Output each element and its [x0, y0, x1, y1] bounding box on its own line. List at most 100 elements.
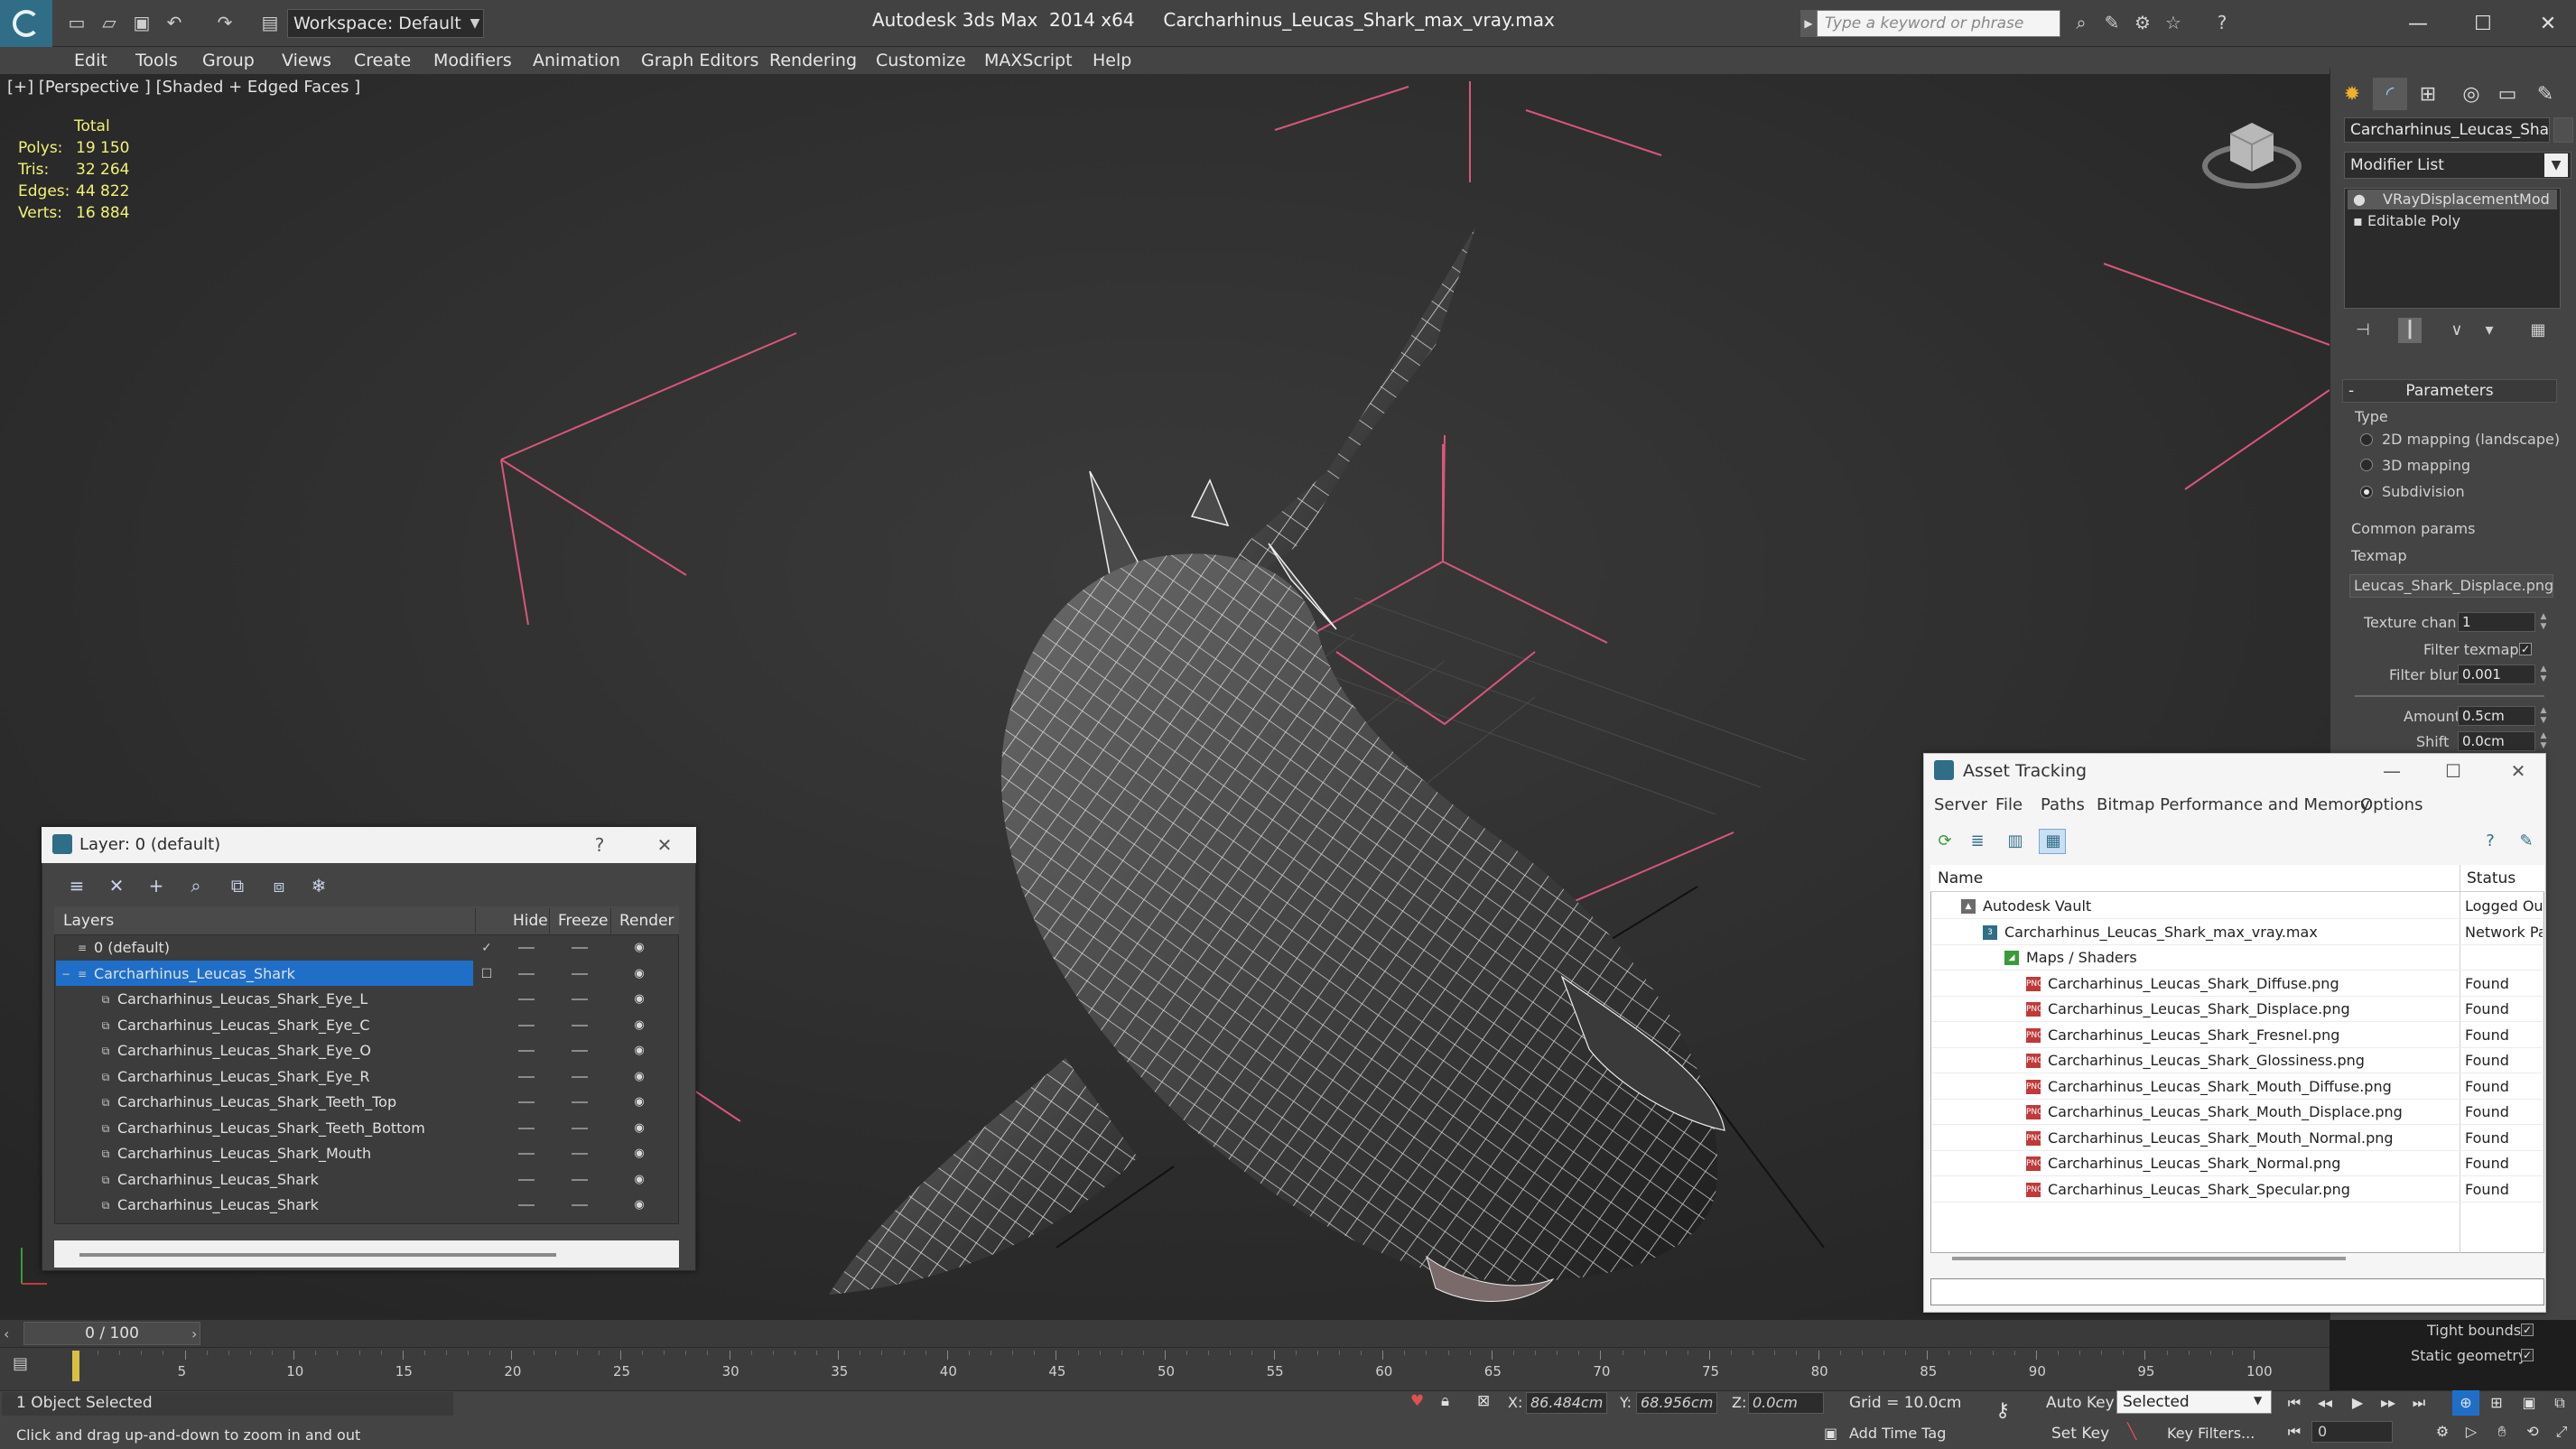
zoom-icon[interactable]: ⊕: [2452, 1390, 2479, 1416]
layer-object-row[interactable]: ⧉ Carcharhinus_Leucas_Shark_Teeth_Top ◉: [56, 1090, 677, 1115]
close-icon[interactable]: ✕: [2523, 7, 2573, 40]
render-teapot-icon[interactable]: ◉: [632, 1044, 646, 1058]
go-to-end-icon[interactable]: ⏭: [2405, 1390, 2432, 1416]
binoculars-icon[interactable]: ⌕: [2069, 11, 2093, 34]
chevron-down-icon[interactable]: ▼: [465, 9, 485, 38]
communication-icon[interactable]: ⚙: [2131, 11, 2154, 34]
stack-item-vray-displacement[interactable]: ● VRayDisplacementMod: [2353, 190, 2550, 209]
freeze-toggle[interactable]: [572, 1075, 588, 1078]
amount-spinner[interactable]: 0.5cm: [2458, 706, 2535, 726]
utilities-tab-icon[interactable]: ✎: [2528, 78, 2562, 110]
freeze-toggle[interactable]: [572, 1101, 588, 1103]
hide-toggle[interactable]: [518, 1050, 535, 1052]
viewport-label[interactable]: [+] [Perspective ] [Shaded + Edged Faces…: [7, 78, 360, 97]
menu-maxscript[interactable]: MAXScript: [984, 47, 1073, 74]
highlight-icon[interactable]: ✎: [2514, 829, 2539, 854]
option-subdivision[interactable]: Subdivision: [2382, 483, 2465, 500]
texmap-button[interactable]: Leucas_Shark_Displace.png): [2349, 574, 2553, 598]
x-coord-field[interactable]: 86.484cm: [1526, 1392, 1607, 1414]
refresh-icon[interactable]: ⟳: [1932, 829, 1958, 854]
render-teapot-icon[interactable]: ◉: [632, 967, 646, 981]
list-view-icon[interactable]: ≣: [1965, 829, 1990, 854]
freeze-toggle[interactable]: [572, 1050, 588, 1052]
hierarchy-tab-icon[interactable]: ⊞: [2411, 78, 2445, 110]
motion-tab-icon[interactable]: ◎: [2454, 78, 2488, 110]
current-frame-marker[interactable]: [72, 1351, 79, 1381]
render-teapot-icon[interactable]: ◉: [632, 1173, 646, 1187]
asset-row[interactable]: PNG Carcharhinus_Leucas_Shark_Normal.png F…: [1932, 1151, 2543, 1176]
curve-editor-icon[interactable]: ▤: [13, 1354, 36, 1378]
previous-frame-icon[interactable]: ◂◂: [2311, 1390, 2339, 1416]
highlight-layer-icon[interactable]: ⧉: [224, 872, 251, 899]
chevron-down-icon[interactable]: ▼: [2254, 1394, 2262, 1407]
time-slider-thumb[interactable]: 0 / 100: [23, 1322, 200, 1345]
render-teapot-icon[interactable]: ◉: [632, 1147, 646, 1161]
radio-subdivision[interactable]: [2360, 486, 2373, 498]
modify-tab-icon[interactable]: ◜: [2373, 78, 2407, 110]
layer-object-row[interactable]: ⧉ Carcharhinus_Leucas_Shark_Eye_C ◉: [56, 1013, 677, 1038]
hide-all-icon[interactable]: ⧈: [265, 872, 293, 899]
undo-icon[interactable]: ↶: [163, 11, 186, 34]
asset-menu-file[interactable]: File: [1995, 793, 2023, 818]
freeze-toggle[interactable]: [572, 1024, 588, 1026]
expand-toggle-icon[interactable]: −: [60, 968, 72, 980]
render-teapot-icon[interactable]: ◉: [632, 941, 646, 955]
create-tab-icon[interactable]: ✹: [2335, 78, 2369, 110]
asset-menu-paths[interactable]: Paths: [2041, 793, 2085, 818]
option-3d-mapping[interactable]: 3D mapping: [2382, 457, 2470, 474]
key-filter-dropdown[interactable]: Selected: [2116, 1390, 2272, 1414]
delete-layer-icon[interactable]: ✕: [103, 872, 130, 899]
layer-object-row[interactable]: ⧉ Carcharhinus_Leucas_Shark_Teeth_Bottom ◉: [56, 1116, 677, 1141]
lightbulb-icon[interactable]: ●: [2353, 190, 2370, 208]
modifier-list-dropdown[interactable]: Modifier List: [2344, 152, 2571, 179]
auto-key-button[interactable]: Auto Key: [2046, 1394, 2115, 1412]
layer-row[interactable]: ≡ 0 (default) ✓ ◉: [56, 935, 677, 961]
parameters-rollout[interactable]: - Parameters: [2342, 379, 2557, 403]
column-hide[interactable]: Hide: [513, 906, 548, 935]
menu-rendering[interactable]: Rendering: [769, 47, 857, 74]
configure-modifier-sets-icon[interactable]: ▦: [2526, 318, 2550, 343]
render-teapot-icon[interactable]: ◉: [632, 1095, 646, 1110]
menu-group[interactable]: Group: [202, 47, 255, 74]
project-folder-icon[interactable]: ▤: [258, 11, 282, 34]
column-freeze[interactable]: Freeze: [558, 906, 608, 935]
layer-object-row[interactable]: ⧉ Carcharhinus_Leucas_Shark_Mouth ◉: [56, 1141, 677, 1166]
menu-tools[interactable]: Tools: [135, 47, 178, 74]
asset-row[interactable]: PNG Carcharhinus_Leucas_Shark_Fresnel.png…: [1932, 1023, 2543, 1048]
layer-object-row[interactable]: ⧉ Carcharhinus_Leucas_Shark ◉: [56, 1167, 677, 1193]
minimize-icon[interactable]: —: [2367, 755, 2416, 787]
minimize-icon[interactable]: —: [2393, 7, 2443, 40]
asset-row[interactable]: ◢ Maps / Shaders: [1932, 945, 2543, 971]
filter-texmap-checkbox[interactable]: ✓: [2519, 643, 2532, 655]
selection-lock-icon[interactable]: 🔒︎: [1441, 1392, 1449, 1410]
subscription-icon[interactable]: ✎: [2100, 11, 2124, 34]
asset-row[interactable]: PNG Carcharhinus_Leucas_Shark_Displace.pn…: [1932, 997, 2543, 1022]
menu-modifiers[interactable]: Modifiers: [433, 47, 512, 74]
column-layers[interactable]: Layers: [63, 906, 114, 935]
set-key-icon[interactable]: ╲: [2127, 1423, 2136, 1441]
make-unique-icon[interactable]: ∨: [2445, 318, 2469, 343]
layer-object-row[interactable]: ⧉ Carcharhinus_Leucas_Shark ◉: [56, 1193, 677, 1218]
chevron-down-icon[interactable]: ▼: [2544, 153, 2568, 177]
help-icon[interactable]: ?: [583, 831, 616, 859]
redo-icon[interactable]: ↷: [213, 11, 237, 34]
zoom-extents-all-icon[interactable]: ⧉: [2546, 1390, 2573, 1416]
hide-toggle[interactable]: [518, 1178, 535, 1181]
open-file-icon[interactable]: ▱: [98, 11, 121, 34]
help-icon[interactable]: ?: [2478, 829, 2503, 854]
menu-edit[interactable]: Edit: [74, 47, 107, 74]
menu-views[interactable]: Views: [282, 47, 331, 74]
freeze-toggle[interactable]: [572, 1153, 588, 1155]
key-mode-icon[interactable]: ⏮: [2281, 1419, 2308, 1444]
search-expand-icon[interactable]: ▶: [1800, 10, 1817, 37]
pan-icon[interactable]: ✋︎: [2488, 1419, 2516, 1444]
asset-row[interactable]: PNG Carcharhinus_Leucas_Shark_Mouth_Displ…: [1932, 1100, 2543, 1125]
hide-toggle[interactable]: [518, 999, 535, 1000]
hide-toggle[interactable]: [518, 1153, 535, 1155]
absolute-mode-icon[interactable]: ⊠: [1477, 1392, 1490, 1410]
hide-toggle[interactable]: [518, 947, 535, 949]
time-config-icon[interactable]: ⚙: [2429, 1419, 2456, 1444]
thumbnail-view-icon[interactable]: ▥: [2003, 829, 2028, 854]
hide-toggle[interactable]: [518, 1024, 535, 1026]
help-icon[interactable]: ?: [2210, 11, 2234, 34]
